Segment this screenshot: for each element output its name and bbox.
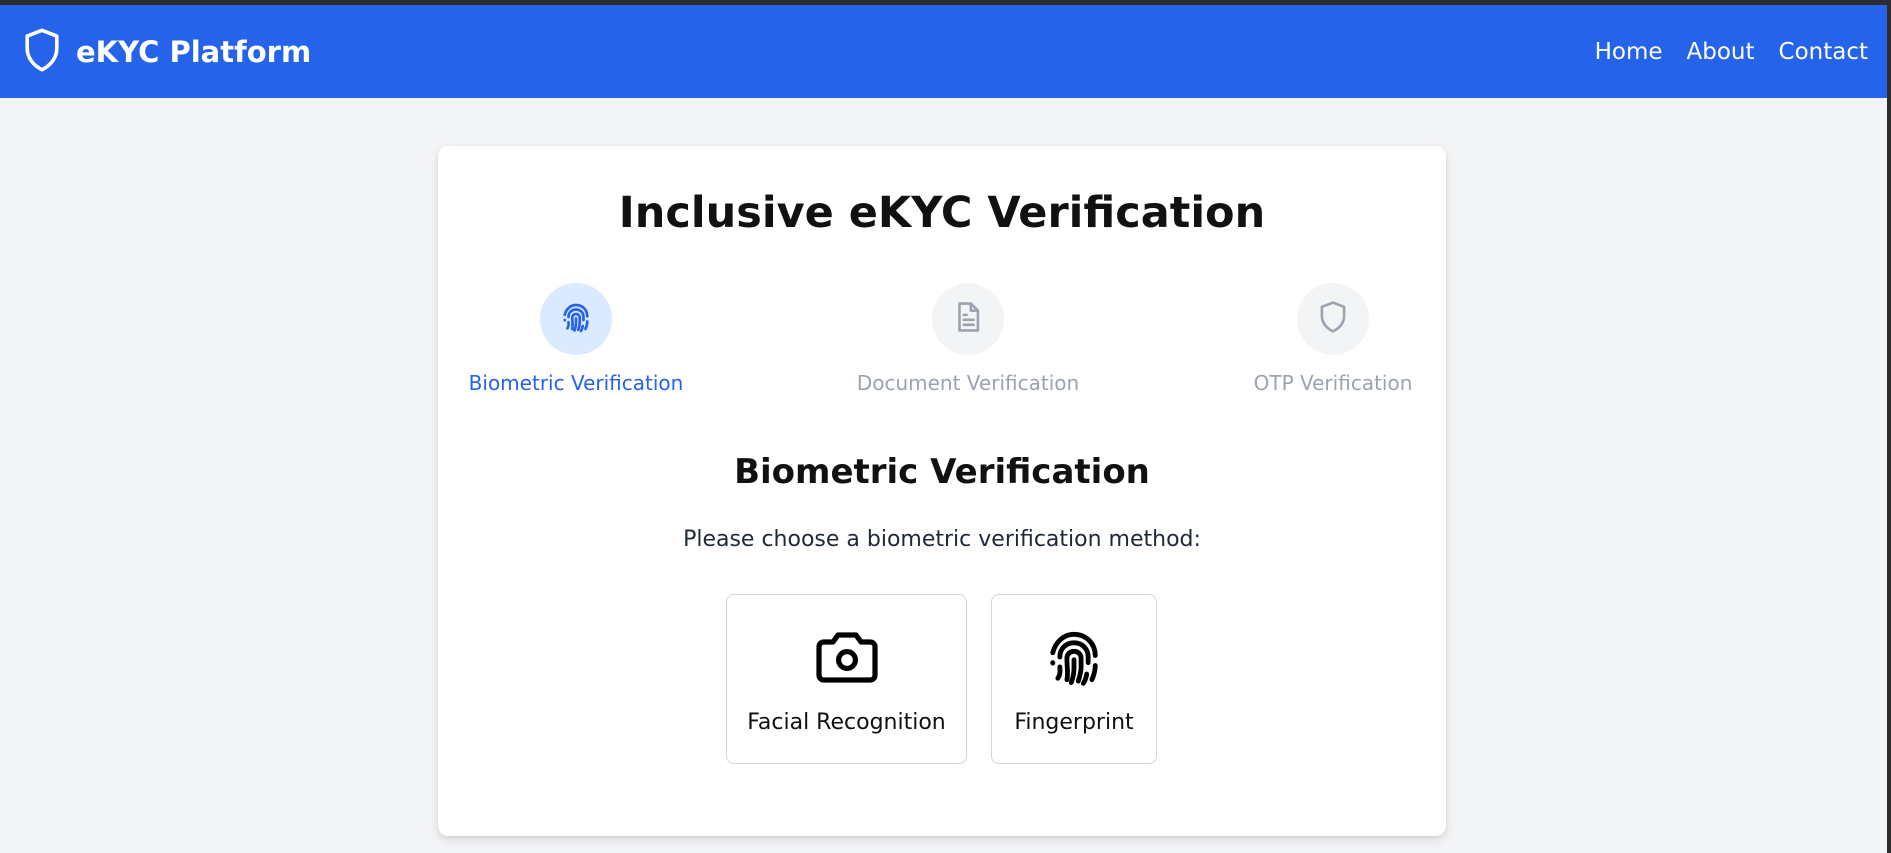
step-circle (932, 283, 1004, 355)
fingerprint-icon (558, 299, 594, 339)
window-edge (1887, 5, 1890, 853)
nav-link-about[interactable]: About (1687, 39, 1755, 65)
step-label: OTP Verification (1253, 371, 1413, 395)
verification-card: Inclusive eKYC Verification Biometric Ve… (438, 146, 1446, 836)
camera-icon (813, 625, 881, 689)
app-viewport: eKYC Platform Home About Contact Inclusi… (0, 0, 1890, 853)
step-label: Biometric Verification (468, 371, 684, 395)
nav-link-contact[interactable]: Contact (1779, 39, 1868, 65)
fingerprint-icon (1040, 625, 1108, 689)
section-description: Please choose a biometric verification m… (683, 527, 1201, 552)
nav-link-home[interactable]: Home (1595, 39, 1663, 65)
step-label: Document Verification (856, 371, 1080, 395)
fingerprint-option[interactable]: Fingerprint (991, 594, 1157, 764)
step-document: Document Verification (838, 283, 1098, 395)
step-otp: OTP Verification (1203, 283, 1463, 395)
section-title: Biometric Verification (734, 452, 1150, 492)
shield-icon (1317, 300, 1349, 338)
shield-icon (22, 27, 62, 77)
facial-recognition-option[interactable]: Facial Recognition (726, 594, 967, 764)
page-title: Inclusive eKYC Verification (618, 188, 1266, 238)
document-icon (951, 300, 985, 338)
brand[interactable]: eKYC Platform (22, 27, 311, 77)
step-biometric: Biometric Verification (446, 283, 706, 395)
option-label: Fingerprint (1014, 710, 1134, 735)
step-circle (540, 283, 612, 355)
nav-links: Home About Contact (1595, 39, 1868, 65)
option-label: Facial Recognition (747, 710, 946, 735)
step-circle (1297, 283, 1369, 355)
brand-title: eKYC Platform (76, 34, 312, 69)
top-navbar: eKYC Platform Home About Contact (0, 5, 1890, 98)
